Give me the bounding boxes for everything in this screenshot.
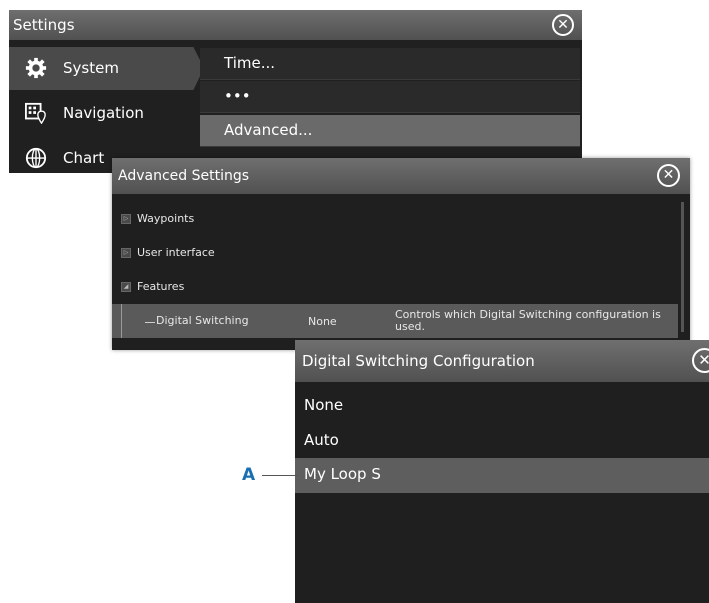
- advanced-settings-window: Advanced Settings ✕ ▷ Waypoints ▷ User i…: [112, 158, 690, 350]
- callout-label: A: [242, 465, 256, 485]
- scrollbar[interactable]: [681, 202, 684, 332]
- settings-titlebar: Settings: [9, 10, 582, 40]
- option-none[interactable]: None: [295, 389, 709, 423]
- dsconfig-title: Digital Switching Configuration: [302, 352, 535, 370]
- expand-icon[interactable]: ▷: [121, 214, 131, 224]
- sidebar-item-label: Chart: [63, 149, 105, 167]
- tree-item-label: User interface: [137, 246, 215, 259]
- digital-switching-value: None: [308, 315, 337, 328]
- option-label: None: [304, 396, 344, 414]
- settings-window: Settings ✕ System Navigation Chart Time.…: [9, 10, 582, 173]
- callout-line: [262, 475, 298, 476]
- tree-connector: [121, 304, 122, 338]
- tree-item-features[interactable]: ◢ Features: [112, 270, 678, 304]
- menu-item-time[interactable]: Time...: [200, 48, 580, 80]
- menu-item-advanced[interactable]: Advanced...: [200, 115, 580, 147]
- digital-switching-label: Digital Switching: [156, 314, 249, 327]
- menu-item-more[interactable]: •••: [200, 81, 580, 113]
- tree-item-label: Features: [137, 280, 185, 293]
- menu-item-label: •••: [224, 87, 251, 105]
- advanced-titlebar: Advanced Settings: [112, 158, 690, 194]
- settings-close-icon[interactable]: ✕: [552, 14, 574, 36]
- sidebar-item-navigation[interactable]: Navigation: [9, 92, 196, 135]
- digital-switching-description: Controls which Digital Switching configu…: [395, 308, 661, 333]
- tree-item-waypoints[interactable]: ▷ Waypoints: [112, 202, 678, 236]
- navigation-icon: [25, 102, 46, 124]
- menu-item-label: Time...: [224, 54, 276, 72]
- tree-item-digital-switching[interactable]: Digital Switching None Controls which Di…: [112, 304, 678, 338]
- advanced-close-icon[interactable]: ✕: [657, 164, 680, 187]
- option-label: My Loop S: [304, 465, 381, 483]
- sidebar-item-system[interactable]: System: [9, 47, 204, 90]
- tree-item-user-interface[interactable]: ▷ User interface: [112, 236, 678, 270]
- sidebar-item-label: System: [63, 59, 119, 77]
- digital-switching-config-window: Digital Switching Configuration ✕ None A…: [295, 340, 709, 603]
- tree-item-label: Waypoints: [137, 212, 195, 225]
- collapse-icon[interactable]: ◢: [121, 282, 131, 292]
- option-my-loop-s[interactable]: My Loop S: [295, 458, 709, 493]
- sidebar-item-label: Navigation: [63, 104, 144, 122]
- globe-icon: [25, 147, 47, 169]
- expand-icon[interactable]: ▷: [121, 248, 131, 258]
- option-auto[interactable]: Auto: [295, 424, 709, 458]
- option-label: Auto: [304, 431, 339, 449]
- dsconfig-titlebar: Digital Switching Configuration: [295, 340, 709, 382]
- settings-title: Settings: [13, 16, 75, 34]
- menu-item-label: Advanced...: [224, 121, 313, 139]
- gear-icon: [25, 57, 47, 79]
- tree-connector: [145, 322, 155, 323]
- advanced-title: Advanced Settings: [118, 168, 250, 184]
